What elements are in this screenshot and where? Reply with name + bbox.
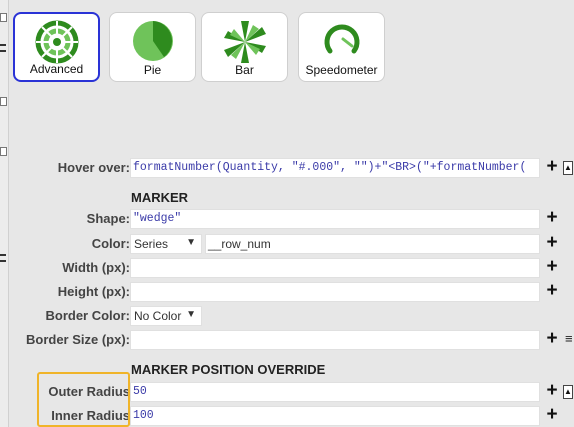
border-color-value: No Color	[134, 309, 182, 323]
height-add-icon[interactable]: +	[544, 281, 560, 302]
border-color-label: Border Color:	[45, 308, 131, 323]
marker-section-title: MARKER	[131, 190, 189, 205]
marker-position-override-title: MARKER POSITION OVERRIDE	[131, 362, 326, 377]
chart-type-label: Speedometer	[305, 63, 378, 77]
chart-type-advanced-button[interactable]: Advanced	[13, 12, 100, 82]
chart-type-speedometer-button[interactable]: Speedometer	[298, 12, 385, 82]
color-mode-value: Series	[134, 237, 169, 251]
width-row: Width (px): +	[0, 257, 574, 279]
shape-add-icon[interactable]: +	[544, 208, 560, 229]
chart-type-bar-button[interactable]: Bar	[201, 12, 288, 82]
scroll-up-icon[interactable]: ▲	[563, 161, 573, 175]
radius-highlight-box	[37, 372, 130, 427]
color-add-icon[interactable]: +	[544, 233, 560, 254]
border-size-add-icon[interactable]: +	[544, 329, 560, 350]
height-input[interactable]	[130, 282, 540, 302]
collapse-marker[interactable]	[0, 147, 7, 156]
shape-input[interactable]: "wedge"	[130, 209, 540, 229]
width-add-icon[interactable]: +	[544, 257, 560, 278]
gutter-line	[0, 44, 6, 46]
hover-over-row: Hover over: formatNumber(Quantity, "#.00…	[0, 157, 574, 179]
color-mode-select[interactable]: Series ▼	[130, 234, 202, 254]
color-label: Color:	[91, 236, 130, 251]
hover-over-add-icon[interactable]: +	[544, 157, 560, 178]
bar-chart-icon	[223, 21, 266, 63]
border-color-select[interactable]: No Color ▼	[130, 306, 202, 326]
outer-radius-input[interactable]: 50	[130, 382, 540, 402]
inner-radius-add-icon[interactable]: +	[544, 405, 560, 426]
width-label: Width (px):	[62, 260, 130, 275]
chevron-down-icon: ▼	[186, 309, 196, 320]
inner-radius-input[interactable]: 100	[130, 406, 540, 426]
border-color-row: Border Color: No Color ▼	[0, 305, 574, 327]
chevron-down-icon: ▼	[186, 237, 196, 248]
height-label: Height (px):	[57, 284, 130, 299]
border-size-input[interactable]	[130, 330, 540, 350]
scroll-up-icon[interactable]: ▲	[563, 385, 573, 399]
color-row: Color: Series ▼ __row_num +	[0, 233, 574, 255]
border-size-label: Border Size (px):	[25, 332, 130, 347]
chart-type-label: Advanced	[29, 62, 84, 76]
shape-row: Shape: "wedge" +	[0, 208, 574, 230]
pie-chart-icon	[132, 21, 173, 61]
chart-type-pie-button[interactable]: Pie	[109, 12, 196, 82]
speedometer-icon	[324, 24, 359, 54]
gutter-line	[0, 50, 6, 52]
hover-over-label: Hover over:	[57, 160, 130, 175]
chart-type-label: Bar	[235, 63, 254, 77]
width-input[interactable]	[130, 258, 540, 278]
hover-over-input[interactable]: formatNumber(Quantity, "#.000", "")+"<BR…	[130, 158, 540, 178]
shape-label: Shape:	[86, 211, 130, 226]
height-row: Height (px): +	[0, 281, 574, 303]
advanced-chart-icon	[35, 20, 78, 64]
chart-type-label: Pie	[143, 63, 162, 77]
menu-icon[interactable]: ≡	[565, 331, 573, 346]
outer-radius-add-icon[interactable]: +	[544, 381, 560, 402]
color-input[interactable]: __row_num	[205, 234, 540, 254]
border-size-row: Border Size (px): +	[0, 329, 574, 351]
collapse-marker[interactable]	[0, 97, 7, 106]
collapse-marker[interactable]	[0, 13, 7, 22]
